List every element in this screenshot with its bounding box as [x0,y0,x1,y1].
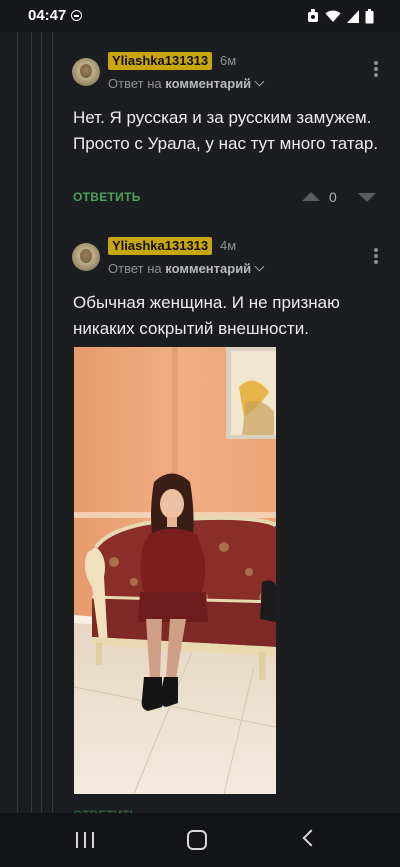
rating: 0 [329,189,337,205]
avatar[interactable] [72,243,100,271]
thread-line [17,32,18,812]
reply-to[interactable]: Ответ на комментарий [108,261,265,276]
chevron-down-icon [254,76,265,87]
username[interactable]: Yliashka131313 [108,237,213,255]
comment-photo[interactable] [74,347,276,794]
thread-line [52,32,53,812]
reply-prefix: Ответ на [108,261,162,276]
status-icons [307,8,374,24]
reply-prefix: Ответ на [108,76,162,91]
dnd-icon [71,10,82,21]
downvote-icon[interactable] [358,193,376,202]
reply-target[interactable]: комментарий [165,76,251,91]
avatar[interactable] [72,58,100,86]
comment-text: Обычная женщина. И не признаю никаких со… [73,293,340,338]
status-bar: 04:47 [0,0,400,32]
recent-apps-icon[interactable] [76,832,96,848]
back-icon[interactable] [302,829,320,847]
comment-time: 6м [220,53,237,68]
comment-time: 4м [220,238,237,253]
comment-text: Нет. Я русская и за русским замужем. Про… [73,108,379,153]
chevron-down-icon [254,261,265,272]
status-time: 04:47 [28,7,67,24]
home-icon[interactable] [187,830,207,850]
upvote-icon[interactable] [302,192,320,201]
more-options-icon[interactable] [366,59,386,79]
wifi-icon [325,10,341,22]
more-options-icon[interactable] [366,246,386,266]
system-nav-bar [0,813,400,867]
reply-button[interactable]: ОТВЕТИТЬ [73,190,141,204]
thread-line [31,32,32,812]
username[interactable]: Yliashka131313 [108,52,213,70]
reply-target[interactable]: комментарий [165,261,251,276]
signal-icon [347,9,359,23]
battery-icon [365,8,374,23]
reply-to[interactable]: Ответ на комментарий [108,76,265,91]
thread-line [41,32,42,812]
alarm-icon [308,9,318,22]
